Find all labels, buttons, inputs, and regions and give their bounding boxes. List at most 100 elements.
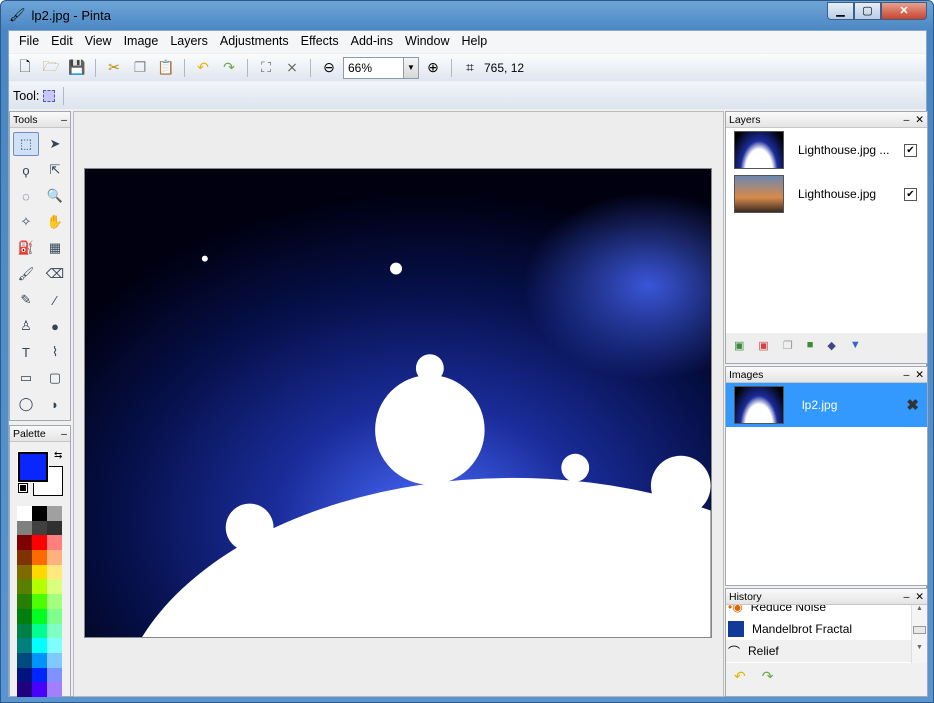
palette-swatch[interactable] xyxy=(17,520,32,536)
palette-swatch[interactable] xyxy=(32,535,47,551)
palette-swatch[interactable] xyxy=(32,667,47,683)
menu-layers[interactable]: Layers xyxy=(164,31,214,53)
minimize-button[interactable]: – xyxy=(61,428,67,440)
pencil-tool-icon[interactable]: ✎ xyxy=(13,288,39,312)
deselect-icon[interactable]: ⨯ xyxy=(280,57,304,79)
palette-swatch[interactable] xyxy=(47,579,62,595)
palette-swatch[interactable] xyxy=(32,506,47,521)
ellipse-tool-icon[interactable]: ◯ xyxy=(13,392,39,416)
move-layer-up-icon[interactable]: ◆ xyxy=(827,339,835,357)
palette-swatch[interactable] xyxy=(32,682,47,697)
close-button[interactable]: ✕ xyxy=(881,2,927,20)
magic-wand-tool-icon[interactable]: ✧ xyxy=(13,210,39,234)
close-button[interactable]: ✕ xyxy=(915,591,924,603)
cut-icon[interactable]: ✂ xyxy=(102,57,126,79)
layer-visible-checkbox[interactable]: ✔ xyxy=(904,143,917,157)
close-button[interactable]: ✕ xyxy=(915,369,924,381)
palette-swatch[interactable] xyxy=(17,579,32,595)
palette-swatch[interactable] xyxy=(17,667,32,683)
freeform-shape-tool-icon[interactable]: ◗ xyxy=(42,392,68,416)
palette-swatch[interactable] xyxy=(32,638,47,653)
paint-bucket-tool-icon[interactable]: ⛽ xyxy=(13,236,39,260)
layer-visible-checkbox[interactable]: ✔ xyxy=(904,187,917,201)
menu-view[interactable]: View xyxy=(79,31,118,53)
undo-icon[interactable]: ↶ xyxy=(734,668,746,684)
palette-swatch[interactable] xyxy=(17,550,32,565)
move-layer-down-icon[interactable]: ▼ xyxy=(850,339,861,357)
palette-swatch[interactable] xyxy=(47,682,62,697)
color-picker-tool-icon[interactable]: ⁄ xyxy=(42,288,68,312)
menu-file[interactable]: File xyxy=(13,31,45,53)
rounded-rectangle-tool-icon[interactable]: ▢ xyxy=(42,366,68,390)
palette-swatch[interactable] xyxy=(17,623,32,639)
zoom-combobox[interactable]: 66% ▼ xyxy=(343,56,419,79)
menu-window[interactable]: Window xyxy=(399,31,455,53)
palette-swatch[interactable] xyxy=(47,667,62,683)
delete-layer-icon[interactable]: ▣ xyxy=(758,339,768,357)
palette-swatch[interactable] xyxy=(47,623,62,639)
palette-swatch[interactable] xyxy=(47,564,62,580)
minimize-button[interactable]: ▁ xyxy=(827,2,854,20)
paintbrush-tool-icon[interactable]: 🖌 xyxy=(13,262,39,286)
palette-swatch[interactable] xyxy=(47,608,62,624)
menu-image[interactable]: Image xyxy=(118,31,165,53)
close-button[interactable]: ✕ xyxy=(915,114,924,126)
palette-swatch[interactable] xyxy=(32,608,47,624)
copy-icon[interactable]: ❐ xyxy=(128,57,152,79)
line-curve-tool-icon[interactable]: ⌇ xyxy=(42,340,68,364)
palette-swatch[interactable] xyxy=(47,550,62,565)
palette-swatch[interactable] xyxy=(17,638,32,653)
chevron-down-icon[interactable]: ▼ xyxy=(403,57,418,78)
zoom-out-icon[interactable]: ⊖ xyxy=(317,57,341,79)
lasso-select-tool-icon[interactable]: ϙ xyxy=(13,158,39,182)
move-selected-tool-icon[interactable]: ➤ xyxy=(42,132,68,156)
save-icon[interactable]: 💾 xyxy=(65,57,89,79)
image-canvas[interactable] xyxy=(84,168,712,638)
rectangle-select-tool-icon[interactable]: ⬚ xyxy=(13,132,39,156)
menu-effects[interactable]: Effects xyxy=(295,31,345,53)
minimize-button[interactable]: – xyxy=(904,114,910,126)
palette-swatch[interactable] xyxy=(17,594,32,609)
palette-swatch[interactable] xyxy=(32,520,47,536)
palette-swatch[interactable] xyxy=(47,594,62,609)
palette-swatch[interactable] xyxy=(17,506,32,521)
layer-row[interactable]: Lighthouse.jpg ✔ xyxy=(726,172,927,216)
menu-edit[interactable]: Edit xyxy=(45,31,79,53)
layer-row[interactable]: Lighthouse.jpg ... ✔ xyxy=(726,128,927,172)
duplicate-layer-icon[interactable]: ❐ xyxy=(783,339,793,357)
palette-swatch[interactable] xyxy=(32,594,47,609)
eraser-tool-icon[interactable]: ⌫ xyxy=(42,262,68,286)
redo-icon[interactable]: ↷ xyxy=(762,668,774,684)
zoom-tool-icon[interactable]: 🔍 xyxy=(42,184,68,208)
merge-layer-icon[interactable]: ■ xyxy=(807,339,814,357)
open-folder-icon[interactable]: 🗁 xyxy=(39,57,63,79)
minimize-button[interactable]: – xyxy=(61,114,67,126)
undo-icon[interactable]: ↶ xyxy=(191,57,215,79)
add-layer-icon[interactable]: ▣ xyxy=(734,339,744,357)
minimize-button[interactable]: – xyxy=(904,591,910,603)
menu-adjustments[interactable]: Adjustments xyxy=(214,31,295,53)
rectangle-tool-icon[interactable]: ▭ xyxy=(13,366,39,390)
canvas-area[interactable] xyxy=(73,111,724,697)
primary-color[interactable] xyxy=(17,451,49,483)
zoom-in-icon[interactable]: ⊕ xyxy=(421,57,445,79)
palette-swatch[interactable] xyxy=(32,550,47,565)
palette-swatch[interactable] xyxy=(17,564,32,580)
history-item-current[interactable]: ⌒ Relief xyxy=(726,640,911,662)
palette-swatch[interactable] xyxy=(32,623,47,639)
reset-colors-icon[interactable] xyxy=(18,483,28,493)
palette-swatch[interactable] xyxy=(32,652,47,668)
palette-swatch[interactable] xyxy=(47,520,62,536)
palette-swatch[interactable] xyxy=(47,535,62,551)
recolor-tool-icon[interactable]: ● xyxy=(42,314,68,338)
palette-swatch[interactable] xyxy=(17,608,32,624)
close-image-icon[interactable]: ✖ xyxy=(906,396,919,414)
history-scrollbar[interactable]: ▲ ▼ xyxy=(911,605,927,663)
swap-colors-icon[interactable]: ⇆ xyxy=(54,450,62,461)
redo-icon[interactable]: ↷ xyxy=(217,57,241,79)
image-row[interactable]: lp2.jpg ✖ xyxy=(726,383,927,427)
menu-help[interactable]: Help xyxy=(455,31,493,53)
palette-swatch[interactable] xyxy=(47,652,62,668)
palette-swatch[interactable] xyxy=(17,652,32,668)
palette-swatch[interactable] xyxy=(17,535,32,551)
